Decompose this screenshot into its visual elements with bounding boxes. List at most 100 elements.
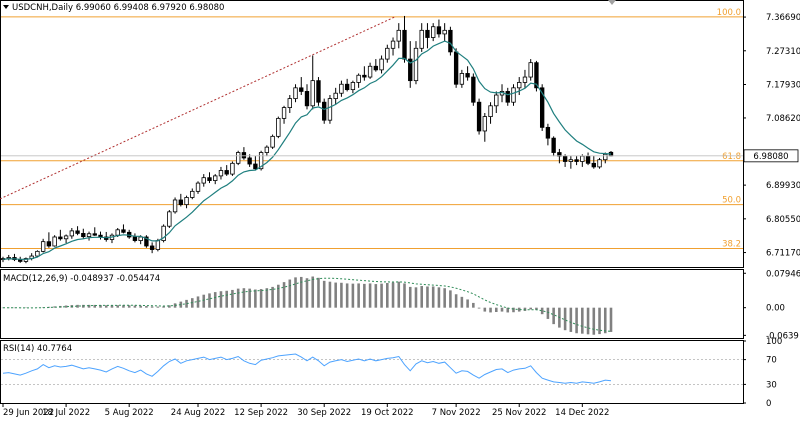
candle-body bbox=[213, 175, 218, 181]
candle-body bbox=[344, 83, 350, 91]
fib-label: 61.8 bbox=[722, 152, 741, 162]
candle-body bbox=[459, 73, 465, 85]
candle bbox=[528, 59, 533, 81]
candle-body bbox=[511, 87, 516, 103]
fib-label: 50.0 bbox=[722, 196, 741, 206]
candle bbox=[453, 48, 459, 88]
candle-body bbox=[603, 153, 608, 161]
candle-body bbox=[18, 259, 23, 262]
candle-body bbox=[75, 230, 80, 234]
candle bbox=[144, 235, 149, 248]
candle-body bbox=[155, 240, 161, 250]
candle-body bbox=[92, 233, 97, 236]
candle bbox=[327, 95, 333, 124]
rsi-tick-label: 100 bbox=[766, 337, 782, 347]
candle bbox=[161, 224, 166, 243]
candle-body bbox=[431, 26, 436, 38]
candle-body bbox=[172, 199, 178, 213]
candle-body bbox=[385, 47, 390, 60]
candle-body bbox=[184, 197, 189, 206]
candle-body bbox=[425, 29, 430, 38]
candle bbox=[597, 157, 602, 169]
candle-body bbox=[568, 159, 574, 162]
candle-body bbox=[63, 235, 69, 240]
candle-body bbox=[322, 101, 327, 121]
candle-body bbox=[276, 117, 281, 137]
candle-body bbox=[304, 91, 310, 107]
candle-body bbox=[40, 241, 46, 252]
candle-body bbox=[356, 74, 361, 83]
price-tick-label: 6.71170 bbox=[766, 249, 800, 259]
price-tick-label: 6.80550 bbox=[766, 215, 800, 225]
candle-body bbox=[591, 162, 596, 168]
candle-body bbox=[505, 91, 510, 103]
candle bbox=[471, 73, 476, 106]
candle-body bbox=[465, 73, 470, 78]
candle-body bbox=[235, 152, 241, 164]
candle-body bbox=[453, 51, 459, 85]
candle-body bbox=[528, 62, 533, 78]
fib-label: 100.0 bbox=[717, 8, 741, 18]
candle-body bbox=[373, 65, 379, 71]
candle-body bbox=[350, 82, 356, 91]
candle-body bbox=[58, 236, 63, 240]
rsi-tick-label: 30 bbox=[766, 380, 777, 390]
candle-body bbox=[218, 170, 224, 177]
candle-body bbox=[293, 87, 298, 100]
candle-body bbox=[367, 65, 373, 78]
candle-body bbox=[35, 250, 40, 257]
candle-body bbox=[316, 80, 321, 103]
candle-body bbox=[207, 177, 212, 181]
date-tick-label: 14 Dec 2022 bbox=[555, 408, 609, 418]
candle-body bbox=[121, 229, 126, 233]
candle-body bbox=[299, 87, 304, 92]
macd-tick-label: 0.00 bbox=[766, 304, 785, 314]
date-tick-label: 18 Jul 2022 bbox=[42, 408, 90, 418]
candle-body bbox=[86, 233, 92, 238]
candle-body bbox=[270, 135, 275, 148]
candle-body bbox=[327, 98, 333, 121]
date-tick-label: 7 Nov 2022 bbox=[432, 408, 481, 418]
date-tick-label: 24 Aug 2022 bbox=[171, 408, 225, 418]
candle-body bbox=[585, 155, 591, 164]
candle-body bbox=[247, 157, 252, 165]
macd-tick-label: 0.079462 bbox=[766, 269, 800, 279]
candle-body bbox=[190, 190, 195, 198]
candle-body bbox=[287, 98, 292, 109]
candle-body bbox=[52, 236, 57, 247]
candle-body bbox=[310, 80, 315, 107]
price-tick-label: 7.17930 bbox=[766, 80, 800, 90]
price-tick-label: 7.36690 bbox=[766, 13, 800, 23]
candle-body bbox=[230, 162, 235, 175]
price-panel-frame bbox=[0, 0, 744, 268]
candle-body bbox=[597, 159, 602, 168]
candle-body bbox=[580, 155, 585, 162]
candle bbox=[276, 116, 281, 139]
date-tick-label: 5 Aug 2022 bbox=[105, 408, 154, 418]
candle bbox=[167, 210, 172, 229]
chart-area: 100.0 61.8 50.0 38.2 6.98080 7.36690 7.27310 7… bbox=[0, 0, 800, 418]
candle-body bbox=[69, 230, 75, 237]
candle bbox=[511, 84, 516, 106]
candle-body bbox=[448, 29, 453, 53]
candle-body bbox=[413, 47, 419, 82]
price-tick-label: 7.27310 bbox=[766, 47, 800, 57]
candle bbox=[235, 150, 241, 166]
candle-body bbox=[471, 76, 476, 103]
date-tick-label: 25 Nov 2022 bbox=[492, 408, 546, 418]
candle-body bbox=[149, 245, 155, 250]
candle-body bbox=[390, 40, 396, 49]
candle-body bbox=[195, 182, 201, 192]
candle bbox=[270, 134, 275, 149]
candle-body bbox=[517, 82, 522, 89]
candle-body bbox=[488, 105, 493, 117]
candle bbox=[448, 26, 453, 56]
rsi-tick-label: 70 bbox=[766, 356, 777, 366]
rsi-title: RSI(14) 40.7764 bbox=[3, 344, 72, 354]
price-tick-label: 6.89930 bbox=[766, 181, 800, 191]
candle-body bbox=[562, 155, 568, 162]
candle-body bbox=[396, 29, 401, 42]
candle-body bbox=[167, 211, 172, 227]
candle-body bbox=[522, 76, 528, 83]
candle-body bbox=[253, 163, 258, 170]
